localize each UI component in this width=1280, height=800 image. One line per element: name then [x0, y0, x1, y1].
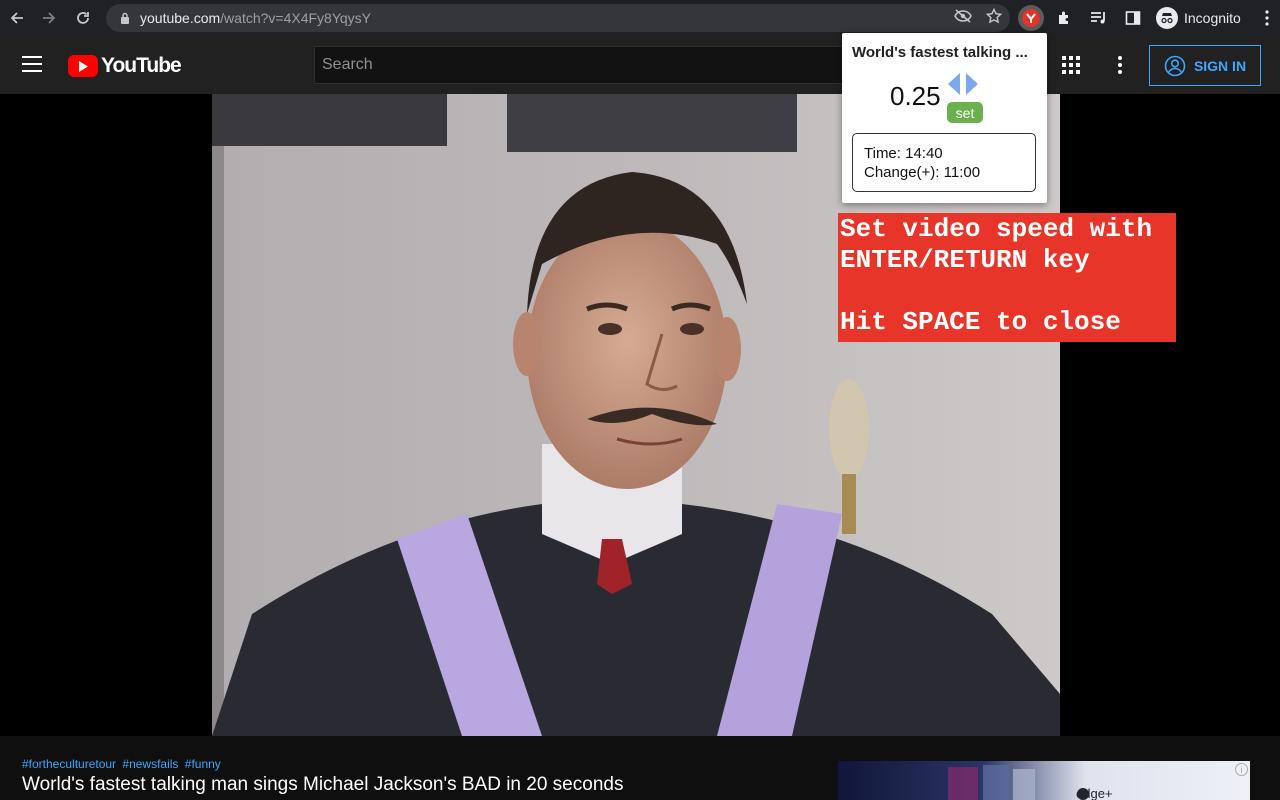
video-info: #fortheculturetour #newsfails #funny Wor…	[0, 736, 1280, 800]
account-icon	[1164, 55, 1186, 76]
back-button[interactable]	[1, 0, 33, 36]
side-panel-button[interactable]	[1120, 5, 1146, 31]
browser-menu-button[interactable]	[1257, 0, 1277, 36]
search-input[interactable]	[322, 56, 873, 74]
address-bar[interactable]: youtube.com/watch?v=4X4Fy8YqysY	[106, 4, 1010, 32]
decrease-speed-icon[interactable]	[948, 73, 960, 95]
apps-grid-icon[interactable]	[1062, 56, 1080, 74]
hashtag-link[interactable]: #fortheculturetour	[22, 757, 116, 771]
speed-arrows	[948, 73, 978, 95]
sign-in-label: SIGN IN	[1193, 57, 1247, 74]
url-path: /watch?v=4X4Fy8YqysY	[220, 10, 372, 26]
speed-value: 0.25	[890, 81, 941, 111]
time-line: Time: 14:40	[864, 145, 943, 162]
incognito-icon	[1156, 7, 1178, 29]
ad-banner[interactable]: edge+	[838, 761, 1250, 800]
more-vert-icon	[1265, 10, 1269, 26]
video-player[interactable]	[0, 94, 1280, 736]
popup-title: World's fastest talking ...	[852, 44, 1028, 61]
puzzle-icon	[1059, 11, 1068, 24]
speed-popup: World's fastest talking ... 0.25 set Tim…	[842, 33, 1047, 203]
hashtags: #fortheculturetour #newsfails #funny	[22, 757, 224, 771]
playlist-icon	[1091, 12, 1105, 24]
incognito-indicator[interactable]: Incognito	[1156, 7, 1241, 29]
speed-extension-button[interactable]	[1018, 5, 1044, 31]
eye-off-icon[interactable]	[954, 8, 972, 28]
reload-icon	[77, 12, 89, 24]
video-title: World's fastest talking man sings Michae…	[22, 774, 624, 795]
speed-extension-icon	[1022, 9, 1040, 27]
forward-arrow-icon	[43, 12, 56, 24]
set-speed-button[interactable]: set	[947, 102, 983, 123]
incognito-label: Incognito	[1184, 10, 1241, 26]
url-host: youtube.com	[140, 10, 221, 26]
settings-more-icon[interactable]	[1112, 54, 1128, 76]
hashtag-link[interactable]: #newsfails	[122, 757, 178, 771]
menu-icon[interactable]	[22, 56, 42, 72]
time-info-box: Time: 14:40 Change(+): 11:00	[852, 133, 1036, 192]
back-arrow-icon	[10, 12, 23, 24]
media-controls-button[interactable]	[1086, 5, 1112, 31]
forward-button[interactable]	[33, 0, 65, 36]
keyboard-hint: Set video speed with ENTER/RETURN key Hi…	[838, 213, 1176, 342]
url-text[interactable]: youtube.com/watch?v=4X4Fy8YqysY	[140, 10, 371, 26]
change-line: Change(+): 11:00	[864, 164, 981, 181]
youtube-header: YouTube SIGN IN	[0, 36, 1280, 94]
ad-info-icon[interactable]: i	[1235, 763, 1248, 776]
play-logo-icon	[68, 55, 98, 77]
logo-text: YouTube	[101, 54, 182, 77]
youtube-logo[interactable]: YouTube	[68, 54, 182, 78]
extensions-button[interactable]	[1052, 5, 1078, 31]
bookmark-star-icon[interactable]	[985, 7, 1003, 29]
sign-in-button[interactable]: SIGN IN	[1149, 45, 1261, 86]
search-box[interactable]	[314, 46, 874, 84]
increase-speed-icon[interactable]	[966, 73, 978, 95]
lock-icon[interactable]	[118, 11, 132, 25]
reload-button[interactable]	[67, 0, 99, 36]
browser-toolbar: youtube.com/watch?v=4X4Fy8YqysY Incognit…	[0, 0, 1280, 36]
hashtag-link[interactable]: #funny	[185, 757, 221, 771]
ad-image	[948, 765, 1089, 800]
side-panel-icon	[1125, 11, 1141, 25]
ad-brand-text: edge+	[1076, 786, 1113, 800]
